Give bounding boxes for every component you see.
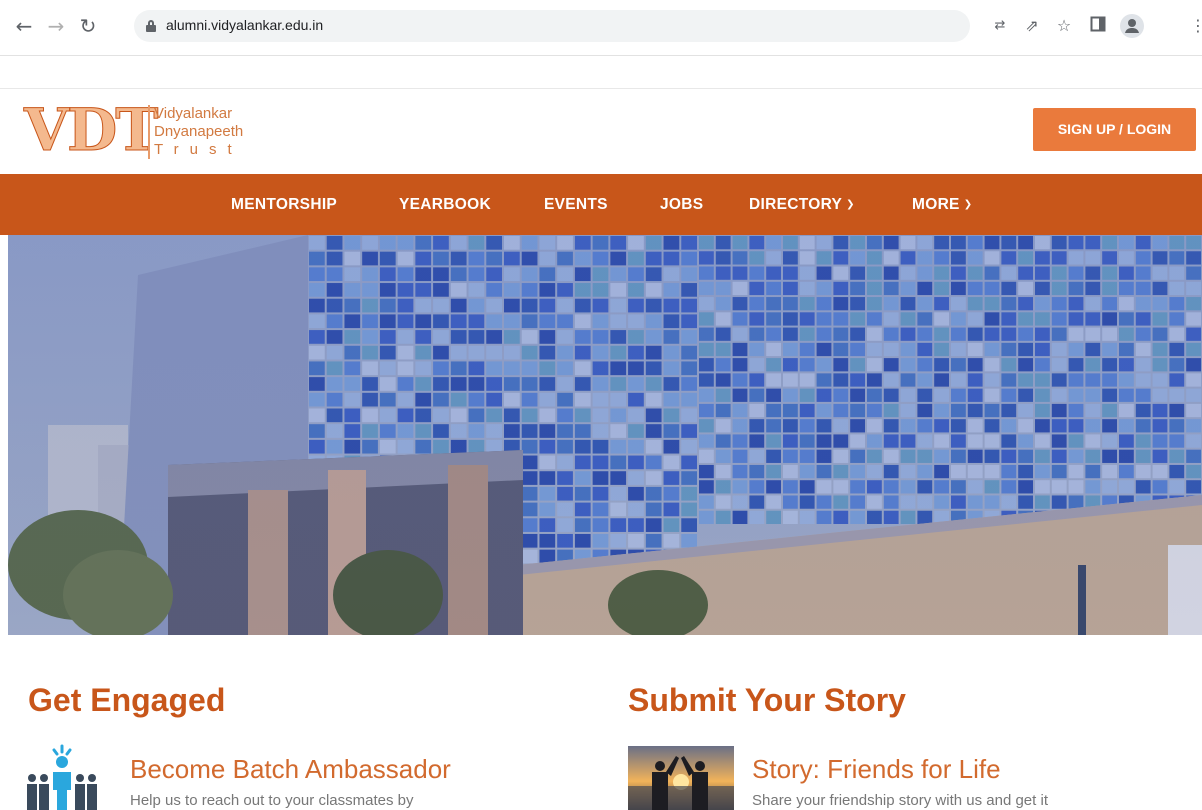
logo-line-2: Dnyanapeeth <box>154 123 244 140</box>
card-desc-friends-for-life: Share your friendship story with us and … <box>752 792 1048 809</box>
friends-sunset-thumbnail[interactable] <box>628 746 734 810</box>
menu-icon[interactable]: ⋮ <box>1190 16 1202 36</box>
signup-login-button[interactable]: SIGN UP / LOGIN <box>1033 108 1196 151</box>
share-icon[interactable]: ⇗ <box>1022 16 1042 36</box>
logo-mark: VDT <box>23 96 158 164</box>
translate-icon[interactable]: ⇄ <box>990 16 1010 36</box>
side-panel-icon[interactable] <box>1088 16 1108 36</box>
nav-item-yearbook[interactable]: YEARBOOK <box>399 174 491 235</box>
people-ambassador-icon <box>24 744 100 810</box>
chevron-down-icon: ❯ <box>963 199 973 210</box>
nav-item-directory[interactable]: DIRECTORY ❯ <box>749 174 855 235</box>
url-text: alumni.vidyalankar.edu.in <box>166 17 324 33</box>
card-title-batch-ambassador[interactable]: Become Batch Ambassador <box>130 754 451 785</box>
browser-toolbar: ← → ↻ alumni.vidyalankar.edu.in ⇄ ⇗ ☆ ⋮ <box>0 0 1202 56</box>
section-title-get-engaged: Get Engaged <box>28 682 226 718</box>
hero-banner-image <box>8 235 1202 635</box>
nav-item-events[interactable]: EVENTS <box>544 174 608 235</box>
reload-icon[interactable]: ↻ <box>78 14 98 38</box>
site-header: VDT Vidyalankar Dnyanapeeth Trust SIGN U… <box>0 88 1202 174</box>
logo-wordmark: Vidyalankar Dnyanapeeth Trust <box>148 105 243 159</box>
vdt-logo[interactable]: VDT Vidyalankar Dnyanapeeth Trust <box>23 97 264 164</box>
logo-line-3: Trust <box>154 141 243 158</box>
nav-item-mentorship[interactable]: MENTORSHIP <box>231 174 337 235</box>
card-title-friends-for-life[interactable]: Story: Friends for Life <box>752 754 1001 785</box>
forward-arrow-icon[interactable]: → <box>46 14 66 38</box>
logo-line-1: Vidyalankar <box>154 105 233 122</box>
building-illustration <box>8 235 1202 635</box>
address-bar[interactable]: alumni.vidyalankar.edu.in <box>134 10 970 42</box>
back-arrow-icon[interactable]: ← <box>14 14 34 38</box>
section-title-submit-story: Submit Your Story <box>628 682 906 718</box>
nav-item-more[interactable]: MORE ❯ <box>912 174 972 235</box>
chevron-down-icon: ❯ <box>846 199 855 210</box>
card-desc-batch-ambassador: Help us to reach out to your classmates … <box>130 792 414 809</box>
main-nav: MENTORSHIP YEARBOOK EVENTS JOBS DIRECTOR… <box>0 174 1202 235</box>
nav-item-jobs[interactable]: JOBS <box>660 174 703 235</box>
star-icon[interactable]: ☆ <box>1054 16 1074 36</box>
profile-icon[interactable] <box>1120 14 1144 38</box>
lock-icon[interactable] <box>146 20 156 32</box>
